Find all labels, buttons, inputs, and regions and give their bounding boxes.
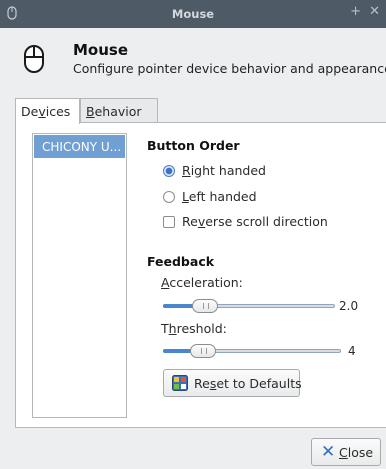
maximize-icon[interactable]: + bbox=[350, 4, 361, 19]
threshold-value: 4 bbox=[348, 344, 356, 358]
feedback-title: Feedback bbox=[147, 254, 215, 269]
reset-icon bbox=[172, 375, 188, 391]
button-order-title: Button Order bbox=[147, 138, 240, 153]
device-list[interactable]: CHICONY U... bbox=[32, 133, 127, 418]
tab-behavior[interactable]: Behavior bbox=[80, 98, 158, 123]
close-button-label: Close bbox=[339, 445, 374, 460]
acceleration-slider[interactable] bbox=[163, 299, 335, 313]
reset-to-defaults-button[interactable]: Reset to Defaults bbox=[163, 369, 302, 397]
dialog-header: Mouse Configure pointer device behavior … bbox=[0, 28, 386, 88]
header-title: Mouse bbox=[73, 41, 129, 59]
title-bar: Mouse + ✕ bbox=[0, 0, 386, 28]
right-handed-label[interactable]: Right handed bbox=[182, 163, 266, 178]
acceleration-value: 2.0 bbox=[339, 299, 359, 313]
close-window-icon[interactable]: ✕ bbox=[369, 4, 380, 19]
reverse-scroll-checkbox[interactable] bbox=[163, 216, 175, 228]
reset-button-label: Reset to Defaults bbox=[194, 376, 302, 391]
threshold-label: Threshold: bbox=[161, 321, 227, 336]
acceleration-label: Acceleration: bbox=[161, 275, 243, 290]
reverse-scroll-label[interactable]: Reverse scroll direction bbox=[182, 214, 328, 229]
tab-devices[interactable]: Devices bbox=[15, 98, 80, 124]
header-subtitle: Configure pointer device behavior and ap… bbox=[73, 61, 386, 76]
threshold-slider[interactable] bbox=[163, 344, 341, 358]
left-handed-radio[interactable] bbox=[163, 191, 175, 203]
right-handed-radio[interactable] bbox=[163, 165, 175, 177]
mouse-icon bbox=[24, 45, 44, 73]
close-icon: ✕ bbox=[321, 442, 336, 462]
close-button[interactable]: ✕ Close bbox=[311, 438, 381, 466]
devices-panel: CHICONY U... Button Order Right handed L… bbox=[15, 122, 386, 428]
window-title: Mouse bbox=[171, 7, 215, 21]
acceleration-knob[interactable] bbox=[192, 299, 218, 313]
threshold-knob[interactable] bbox=[190, 344, 216, 358]
device-list-item[interactable]: CHICONY U... bbox=[34, 135, 125, 158]
left-handed-label[interactable]: Left handed bbox=[182, 189, 257, 204]
